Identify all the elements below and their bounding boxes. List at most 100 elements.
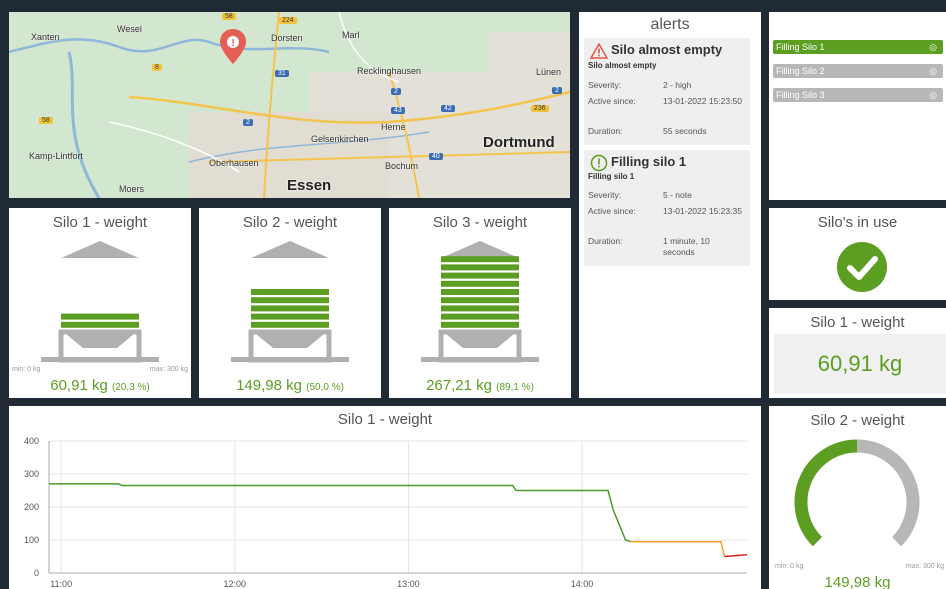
silo-1-weight-panel: Silo 1 - weight min: 0 kg max: 300 kg 60… (9, 208, 191, 398)
silo-2-title: Silo 2 - weight (242, 214, 338, 231)
silo-1-weight-chart-panel: Silo 1 - weight 0 100 200 300 400 11:00 12:00 1… (9, 406, 761, 589)
info-circle-icon (590, 154, 608, 172)
map-place-label: Dortmund (483, 134, 555, 151)
alert-subtitle: Filling silo 1 (588, 172, 635, 181)
silo-fill-layer (441, 256, 519, 263)
series-line (630, 540, 726, 557)
silo-1-value: 60,91 kg (20,3 %) (9, 377, 191, 394)
duration-value: 1 minute, 10 seconds (663, 236, 710, 257)
filling-silo-2-item[interactable]: Filling Silo 2 ◎ (773, 64, 943, 78)
silo-fill-layer (441, 297, 519, 304)
silo-3-percent: (89,1 %) (496, 382, 534, 393)
warning-triangle-icon (590, 43, 608, 59)
x-tick-label: 12:00 (224, 579, 247, 589)
active-since-value: 13-01-2022 15:23:50 (663, 96, 742, 106)
x-tick-label: 14:00 (571, 579, 594, 589)
map-place-label: Dorsten (271, 33, 303, 43)
silo-3-title: Silo 3 - weight (432, 214, 528, 231)
road-badge: 2 (552, 87, 562, 94)
silo-fill-layer (251, 321, 329, 328)
duration-label: Duration: (588, 126, 623, 136)
road-badge: 43 (391, 107, 405, 114)
map-place-label: Recklinghausen (357, 66, 422, 76)
road-badge: 2 (391, 88, 401, 95)
x-tick-label: 11:00 (50, 579, 72, 589)
silo-fill-layers (251, 289, 329, 328)
severity-value: 2 - high (663, 80, 692, 90)
alerts-panel: alerts Silo almost empty Silo almost emp… (579, 12, 761, 398)
map-place-label: Bochum (385, 161, 419, 171)
silo-fill-layer (441, 305, 519, 312)
silo-1-min-label: min: 0 kg (12, 366, 41, 373)
road-badge: 236 (531, 105, 549, 112)
silo-roof (441, 241, 519, 258)
alert-card[interactable]: Silo almost empty Silo almost empty Seve… (584, 38, 750, 145)
road-badge: 31 (275, 70, 289, 77)
map-place-label: Lünen (536, 67, 562, 77)
silo-fill-layer (441, 313, 519, 320)
severity-label: Severity: (588, 80, 622, 90)
alert-subtitle: Silo almost empty (588, 61, 657, 70)
silo-2-graphic (231, 241, 349, 363)
silo-1-max-label: max: 300 kg (149, 366, 188, 373)
silo-1-value-display: 60,91 kg (774, 334, 946, 394)
silo-fill-layer (441, 264, 519, 271)
silo-fill-layer (251, 313, 329, 320)
silo-fill-layer (251, 289, 329, 295)
duration-value: 55 seconds (663, 126, 707, 136)
silo-fill-layer (441, 280, 519, 287)
silo-fill-layer (441, 289, 519, 295)
gauge (794, 439, 920, 547)
gauge-track (856, 439, 920, 547)
map-place-label: Essen (287, 177, 332, 194)
silo-2-weight-panel: Silo 2 - weight 149,98 kg (50,0 %) (199, 208, 381, 398)
map-panel[interactable]: ! Xanten Wesel Dorsten Marl Recklinghaus… (9, 12, 570, 198)
road-badge: 2 (243, 119, 253, 126)
map-place-label: Oberhausen (209, 158, 259, 168)
active-since-label: Active since: (588, 206, 636, 216)
gauge-min-label: min: 0 kg (775, 563, 804, 570)
silo-2-value: 149,98 kg (50,0 %) (199, 377, 381, 394)
filling-label: Filling Silo 1 (776, 42, 825, 52)
silo-1-percent: (20,3 %) (111, 382, 150, 393)
duration-label: Duration: (588, 236, 623, 246)
y-tick-label: 400 (24, 436, 39, 446)
silo-fill-layers (61, 313, 139, 328)
line-chart: 0 100 200 300 400 11:00 12:00 13:00 14:00 (24, 436, 748, 589)
map-place-label: Kamp-Lintfort (29, 151, 84, 161)
alert-card[interactable]: Filling silo 1 Filling silo 1 Severity: 5… (584, 150, 750, 266)
y-tick-label: 200 (24, 502, 39, 512)
filling-silo-3-item[interactable]: Filling Silo 3 ◎ (773, 88, 943, 102)
silo-fill-layer (251, 297, 329, 304)
svg-text:!: ! (231, 38, 234, 49)
filling-label: Filling Silo 3 (776, 90, 825, 100)
road-badge: 58 (222, 13, 236, 20)
silos-in-use-panel: Silo's in use (769, 208, 946, 300)
severity-label: Severity: (588, 190, 622, 200)
silo-fill-layer (441, 321, 519, 328)
silo-3-kg: 267,21 kg (426, 377, 492, 394)
check-circle-icon (837, 242, 887, 292)
road-badge: 58 (39, 117, 53, 124)
silo-roof (251, 241, 329, 258)
x-tick-label: 13:00 (397, 579, 420, 589)
map-place-label: Wesel (117, 24, 142, 34)
map-place-label: Marl (342, 30, 360, 40)
severity-value: 5 - note (663, 190, 692, 200)
filling-silo-1-item[interactable]: Filling Silo 1 ◎ (773, 40, 943, 54)
road-badge: 40 (429, 153, 443, 160)
check-circle-icon: ◎ (929, 66, 937, 76)
silo-fill-layer (61, 321, 139, 328)
silo-roof (61, 241, 139, 258)
y-tick-label: 300 (24, 469, 39, 479)
gauge-fill (794, 439, 858, 547)
alert-title: Filling silo 1 (611, 154, 687, 169)
active-since-value: 13-01-2022 15:23:35 (663, 206, 742, 216)
silo-1-title: Silo 1 - weight (52, 214, 148, 231)
y-tick-label: 0 (34, 568, 39, 578)
series-line (724, 554, 748, 558)
silo-1-value-title: Silo 1 - weight (810, 314, 905, 331)
road-badge: 42 (441, 105, 455, 112)
alerts-title: alerts (650, 16, 690, 33)
silo-2-kg: 149,98 kg (236, 377, 302, 394)
